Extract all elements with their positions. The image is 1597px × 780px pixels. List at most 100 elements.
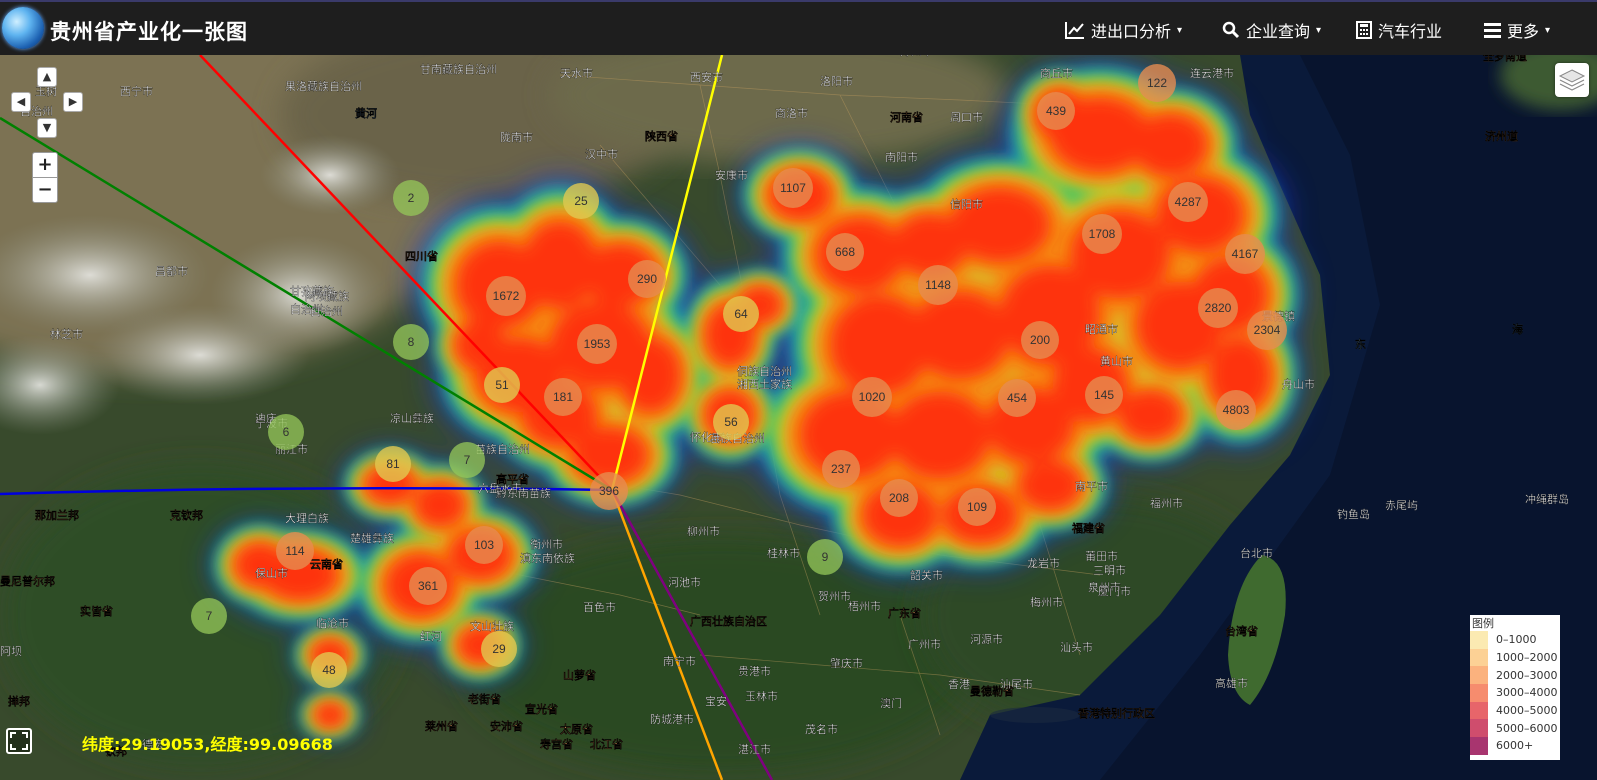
cluster-marker[interactable]: 1107 [773, 168, 813, 208]
place-label: 东 [1355, 337, 1366, 351]
cluster-marker[interactable]: 396 [590, 472, 628, 510]
cluster-count: 9 [822, 550, 829, 564]
cluster-marker[interactable]: 1953 [577, 324, 617, 364]
cluster-marker[interactable]: 208 [880, 479, 918, 517]
place-label: 莱州省 [425, 719, 458, 733]
cluster-marker[interactable]: 1020 [852, 377, 892, 417]
cluster-count: 109 [967, 500, 987, 514]
cluster-count: 1148 [925, 278, 951, 292]
cluster-marker[interactable]: 4803 [1216, 390, 1256, 430]
legend-label: 4000–5000 [1496, 704, 1558, 718]
place-label: 实皆省 [80, 604, 113, 618]
place-label: 甘孜藏族 [290, 284, 334, 298]
cluster-count: 122 [1147, 76, 1167, 90]
cluster-marker[interactable]: 1708 [1082, 214, 1122, 254]
fullscreen-icon [10, 732, 28, 750]
cluster-marker[interactable]: 9 [807, 539, 843, 575]
cluster-count: 181 [553, 390, 573, 404]
nav-enterprise-query[interactable]: 企业查询 ▾ [1222, 18, 1321, 42]
cluster-marker[interactable]: 439 [1037, 92, 1075, 130]
cluster-marker[interactable]: 200 [1021, 321, 1059, 359]
cluster-marker[interactable]: 29 [481, 631, 517, 667]
zoom-in-button[interactable]: + [32, 152, 58, 178]
cluster-marker[interactable]: 1148 [918, 265, 958, 305]
cluster-marker[interactable]: 668 [826, 233, 864, 271]
legend-swatch [1470, 648, 1488, 667]
cluster-marker[interactable]: 7 [191, 598, 227, 634]
place-label: 黄山市 [1100, 354, 1133, 368]
place-label: 连云港市 [1190, 66, 1234, 80]
nav-more[interactable]: 更多 ▾ [1484, 18, 1550, 42]
place-label: 大理白族 [285, 511, 329, 525]
layers-icon [1558, 69, 1586, 91]
place-label: 百色市 [583, 600, 616, 614]
place-label: 福建省 [1071, 521, 1105, 535]
fullscreen-button[interactable] [6, 728, 32, 754]
legend-swatch [1470, 701, 1488, 720]
place-label: 临沧市 [316, 616, 349, 630]
zoom-out-button[interactable]: − [32, 177, 58, 203]
legend-label: 3000–4000 [1496, 686, 1558, 700]
nav-auto-industry[interactable]: 汽车行业 [1356, 18, 1442, 42]
nav-label: 更多 [1507, 22, 1540, 41]
place-label: 河源市 [970, 632, 1003, 646]
cluster-marker[interactable]: 290 [628, 260, 666, 298]
place-label: 南阳市 [885, 150, 918, 164]
pan-right-button[interactable]: ▶ [63, 92, 83, 112]
cluster-count: 51 [495, 378, 509, 392]
cluster-marker[interactable]: 114 [276, 532, 314, 570]
place-label: 宣光省 [525, 702, 558, 716]
legend-swatch [1470, 684, 1488, 702]
cluster-count: 4803 [1223, 403, 1250, 417]
cluster-marker[interactable]: 109 [958, 488, 996, 526]
cluster-marker[interactable]: 8 [393, 324, 429, 360]
cluster-marker[interactable]: 51 [484, 367, 520, 403]
pan-up-button[interactable]: ▲ [37, 67, 57, 87]
place-label: 三明市 [1093, 563, 1126, 577]
place-label: 广州市 [908, 637, 941, 651]
cluster-marker[interactable]: 48 [311, 652, 347, 688]
legend-swatch [1470, 737, 1488, 755]
cluster-marker[interactable]: 2 [393, 180, 429, 216]
place-label: 厦门市 [1098, 584, 1131, 598]
cluster-marker[interactable]: 1672 [486, 276, 526, 316]
place-label: 贺州市 [818, 589, 851, 603]
place-label: 河南省 [890, 110, 923, 124]
place-label: 龙岩市 [1027, 556, 1060, 570]
cluster-marker[interactable]: 4287 [1168, 182, 1208, 222]
legend-swatch [1470, 719, 1488, 738]
cluster-marker[interactable]: 6 [268, 414, 304, 450]
place-label: 林芝市 [50, 327, 83, 341]
cluster-count: 103 [474, 538, 494, 552]
place-label: 贵港市 [738, 664, 771, 678]
cluster-marker[interactable]: 237 [822, 450, 860, 488]
cluster-marker[interactable]: 7 [449, 442, 485, 478]
map-view[interactable]: 西宁市 天水市 西安市 洛阳市 郑州市商丘市 连云港市果洛藏族自治州 甘南藏族自治州黄河陇南… [0, 55, 1597, 780]
pan-left-button[interactable]: ◀ [11, 92, 31, 112]
place-label: 全罗南道 [1482, 55, 1527, 63]
place-label: 梧州市 [848, 599, 881, 613]
pan-down-button[interactable]: ▼ [37, 118, 57, 138]
cluster-marker[interactable]: 56 [713, 404, 749, 440]
place-label: 韶关市 [910, 568, 943, 582]
cluster-marker[interactable]: 454 [998, 379, 1036, 417]
legend-label: 1000–2000 [1496, 651, 1558, 665]
place-label: 汉中市 [585, 147, 618, 161]
cluster-marker[interactable]: 4167 [1225, 234, 1265, 274]
cluster-marker[interactable]: 145 [1085, 376, 1123, 414]
cluster-marker[interactable]: 64 [723, 296, 759, 332]
cluster-marker[interactable]: 103 [465, 526, 503, 564]
place-label: 宝安 [705, 694, 727, 708]
cluster-marker[interactable]: 122 [1138, 64, 1176, 102]
layer-switcher-button[interactable] [1555, 63, 1589, 97]
nav-import-export-analysis[interactable]: 进出口分析 ▾ [1065, 18, 1182, 42]
legend-label: 0–1000 [1496, 633, 1537, 647]
place-label: 赤尾屿 [1385, 499, 1418, 512]
cluster-marker[interactable]: 81 [375, 446, 411, 482]
cluster-marker[interactable]: 2820 [1198, 288, 1238, 328]
cluster-marker[interactable]: 361 [409, 567, 447, 605]
place-label: 楚雄彝族 [350, 531, 394, 545]
cluster-marker[interactable]: 181 [544, 378, 582, 416]
cluster-marker[interactable]: 2304 [1247, 310, 1287, 350]
cluster-marker[interactable]: 25 [563, 183, 599, 219]
